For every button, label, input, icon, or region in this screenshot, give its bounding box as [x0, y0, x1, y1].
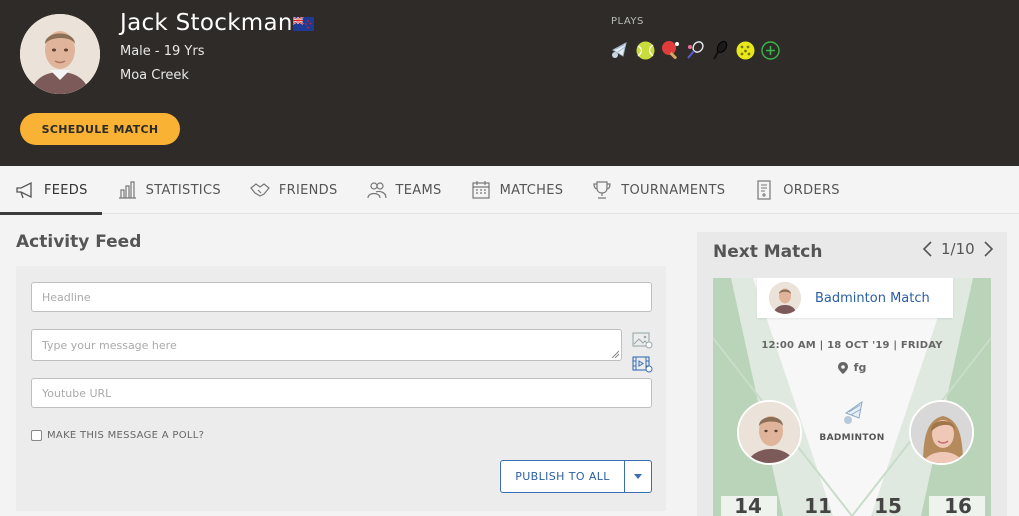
next-match-card: Next Match 1/10 Badminton Match 12:00 AM… [697, 232, 1007, 516]
bar-chart-icon [118, 181, 136, 199]
chevron-left-icon[interactable] [921, 240, 935, 258]
publish-split-button: PUBLISH TO ALL [500, 460, 652, 493]
profile-header: Jack Stockman Male - 19 Yrs Moa Creek SC… [0, 0, 1019, 166]
score-value: 15 [874, 494, 902, 516]
match-venue-name: fg [853, 361, 867, 374]
next-match-title: Next Match [713, 242, 823, 262]
publish-options-toggle[interactable] [625, 461, 651, 492]
tab-tournaments-label: TOURNAMENTS [621, 182, 726, 198]
trophy-icon [593, 181, 611, 199]
resize-handle-icon[interactable] [611, 350, 619, 358]
score-value: 16 [944, 494, 972, 516]
youtube-placeholder: Youtube URL [42, 386, 112, 400]
message-placeholder: Type your message here [42, 338, 177, 352]
squash-racket-icon[interactable] [710, 40, 731, 61]
calendar-icon [471, 181, 490, 199]
next-match-pager: 1/10 [921, 238, 995, 260]
match-scores: 14 11 15 16 [713, 494, 991, 516]
activity-feed-title: Activity Feed [16, 232, 142, 252]
badminton-shuttlecock-icon [844, 400, 863, 424]
tab-matches-label: MATCHES [499, 182, 564, 198]
match-venue: fg [713, 361, 991, 374]
schedule-match-button[interactable]: SCHEDULE MATCH [20, 113, 180, 145]
profile-name: Jack Stockman [120, 10, 293, 36]
tab-friends-label: FRIENDS [278, 182, 338, 198]
publish-button[interactable]: PUBLISH TO ALL [501, 461, 625, 492]
tab-statistics-label: STATISTICS [145, 182, 221, 198]
poll-checkbox[interactable] [31, 430, 42, 441]
tab-orders-label: ORDERS [783, 182, 840, 198]
tab-teams[interactable]: TEAMS [352, 166, 456, 214]
organizer-avatar [769, 282, 801, 314]
table-tennis-icon[interactable] [660, 40, 681, 61]
add-video-icon[interactable] [631, 354, 653, 374]
tab-orders[interactable]: ORDERS [739, 166, 854, 214]
headline-input[interactable]: Headline [31, 282, 652, 312]
tab-feeds-label: FEEDS [44, 182, 88, 198]
match-title-link[interactable]: Badminton Match [815, 291, 930, 306]
tab-statistics[interactable]: STATISTICS [102, 166, 235, 214]
badminton-racket-icon[interactable] [685, 40, 706, 61]
tab-tournaments[interactable]: TOURNAMENTS [577, 166, 739, 214]
score-value: 11 [804, 494, 832, 516]
poll-label: MAKE THIS MESSAGE A POLL? [47, 430, 205, 441]
tab-teams-label: TEAMS [395, 182, 442, 198]
chevron-right-icon[interactable] [981, 240, 995, 258]
badminton-icon[interactable] [610, 40, 631, 61]
message-textarea[interactable]: Type your message here [31, 329, 622, 361]
next-match-details[interactable]: Badminton Match 12:00 AM | 18 OCT '19 | … [713, 278, 991, 516]
match-title-banner[interactable]: Badminton Match [757, 278, 953, 318]
pager-count: 1/10 [941, 240, 975, 258]
flag-new-zealand-icon [293, 17, 314, 31]
pickleball-icon[interactable] [735, 40, 756, 61]
poll-option[interactable]: MAKE THIS MESSAGE A POLL? [31, 430, 204, 441]
tennis-ball-icon[interactable] [635, 40, 656, 61]
profile-tabs: FEEDS STATISTICS FRIENDS TEAMS MATCHES T… [0, 166, 1019, 215]
megaphone-icon [16, 181, 32, 199]
handshake-icon [250, 183, 270, 197]
add-sport-icon[interactable] [760, 40, 781, 61]
add-image-icon[interactable] [631, 330, 653, 350]
profile-avatar[interactable] [20, 14, 100, 94]
caret-down-icon [634, 474, 642, 479]
tab-matches[interactable]: MATCHES [456, 166, 578, 214]
match-datetime: 12:00 AM | 18 OCT '19 | FRIDAY [761, 340, 943, 351]
plays-icon-list [610, 38, 781, 62]
location-pin-icon [837, 361, 848, 374]
profile-location: Moa Creek [120, 68, 189, 83]
youtube-url-input[interactable]: Youtube URL [31, 378, 652, 408]
plays-label: PLAYS [611, 16, 644, 27]
profile-gender-age: Male - 19 Yrs [120, 44, 205, 59]
tab-friends[interactable]: FRIENDS [235, 166, 352, 214]
post-composer: Headline Type your message here Youtube … [16, 266, 666, 511]
tab-feeds[interactable]: FEEDS [0, 166, 102, 215]
headline-placeholder: Headline [42, 290, 91, 304]
score-value: 14 [734, 494, 762, 516]
team-icon [366, 182, 387, 199]
receipt-icon [757, 180, 771, 200]
player-two-avatar[interactable] [909, 400, 974, 465]
